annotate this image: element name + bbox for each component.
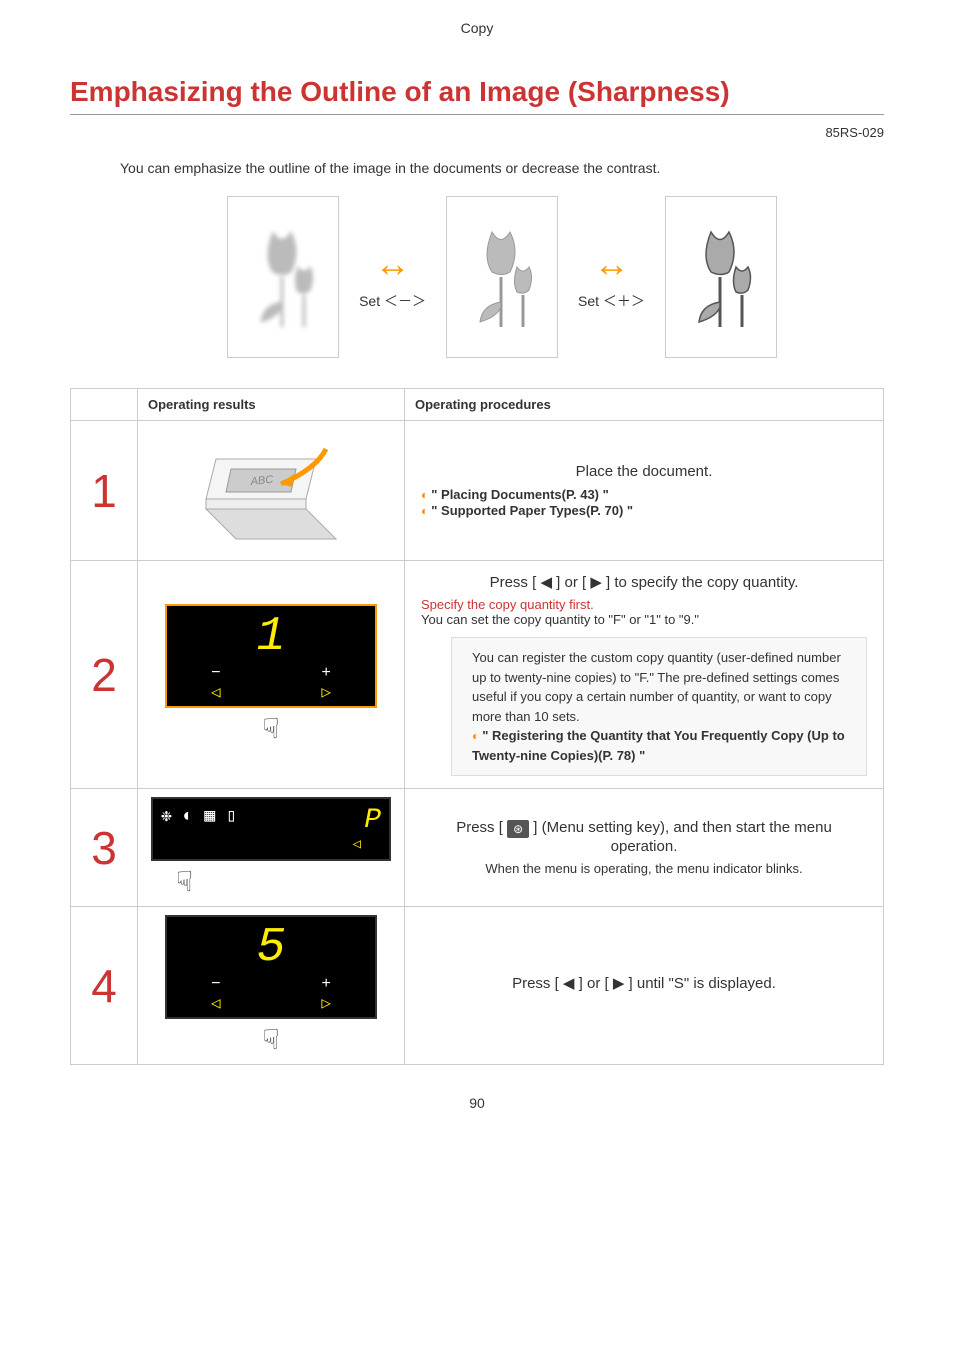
step2-red-note: Specify the copy quantity first. bbox=[421, 597, 867, 612]
step2-note-link[interactable]: " Registering the Quantity that You Freq… bbox=[472, 728, 845, 763]
step2-note-box: You can register the custom copy quantit… bbox=[451, 637, 867, 776]
bullet-icon: ◐ bbox=[421, 504, 428, 518]
step-number: 2 bbox=[71, 561, 138, 789]
table-row: 4 5 −+ ◁▷ ☟ Press [ ◀ ] or [ ▶ ] until "… bbox=[71, 907, 884, 1065]
bullet-icon: ◐ bbox=[472, 729, 479, 743]
step2-sub: You can set the copy quantity to "F" or … bbox=[421, 612, 867, 627]
page-title: Emphasizing the Outline of an Image (Sha… bbox=[70, 76, 884, 115]
menu-key-icon: ⊛ bbox=[507, 820, 529, 838]
arrows-icon: ↔ bbox=[593, 243, 629, 285]
left-triangle-icon: ◀ bbox=[563, 974, 575, 992]
result-illustration: 5 −+ ◁▷ ☟ bbox=[138, 907, 405, 1065]
step4-main: Press [ ◀ ] or [ ▶ ] until "S" is displa… bbox=[421, 974, 867, 992]
table-row: 1 ABC bbox=[71, 421, 884, 561]
step-number: 3 bbox=[71, 789, 138, 907]
bullet-icon: ◐ bbox=[421, 488, 428, 502]
table-row: 3 ❉ ◐ ▦ ▯ P ◁ ☟ Press [ ⊛ ] (Menu settin… bbox=[71, 789, 884, 907]
arrows-icon: ↔ bbox=[375, 243, 411, 285]
step1-main: Place the document. bbox=[421, 463, 867, 480]
table-row: 2 1 −+ ◁▷ ☟ Press [ ◀ ] or [ ▶ ] to spec… bbox=[71, 561, 884, 789]
hand-icon: ☟ bbox=[146, 1023, 396, 1056]
tulip-sharp bbox=[665, 196, 777, 358]
col-header-procedures: Operating procedures bbox=[405, 389, 884, 421]
step3-main: Press [ ⊛ ] (Menu setting key), and then… bbox=[421, 819, 867, 854]
reference-id: 85RS-029 bbox=[70, 125, 884, 140]
result-illustration: ❉ ◐ ▦ ▯ P ◁ ☟ bbox=[138, 789, 405, 907]
header-section-label: Copy bbox=[70, 20, 884, 36]
intro-text: You can emphasize the outline of the ima… bbox=[120, 160, 884, 176]
screen-char: 5 bbox=[171, 921, 371, 975]
screen-char: 1 bbox=[171, 610, 371, 664]
page-number: 90 bbox=[70, 1095, 884, 1111]
svg-text:ABC: ABC bbox=[249, 474, 274, 488]
step2-main: Press [ ◀ ] or [ ▶ ] to specify the copy… bbox=[421, 573, 867, 591]
step3-sub: When the menu is operating, the menu ind… bbox=[421, 861, 867, 876]
tulip-normal bbox=[446, 196, 558, 358]
tulip-blurry bbox=[227, 196, 339, 358]
col-header-results: Operating results bbox=[138, 389, 405, 421]
left-triangle-icon: ◀ bbox=[540, 573, 552, 591]
sharpness-illustration: ↔ Set ＜－＞ ↔ Set ＜＋＞ bbox=[120, 196, 884, 358]
screen-char: P bbox=[364, 805, 381, 836]
steps-table: Operating results Operating procedures 1… bbox=[70, 388, 884, 1065]
set-minus-label: Set ＜－＞ bbox=[359, 291, 426, 311]
result-illustration: 1 −+ ◁▷ ☟ bbox=[138, 561, 405, 789]
set-plus-label: Set ＜＋＞ bbox=[578, 291, 645, 311]
step1-link1[interactable]: " Placing Documents(P. 43) " bbox=[431, 487, 609, 502]
result-illustration: ABC bbox=[138, 421, 405, 561]
right-triangle-icon: ▶ bbox=[613, 974, 625, 992]
screen-icons: ❉ ◐ ▦ ▯ bbox=[161, 807, 237, 827]
note-body: You can register the custom copy quantit… bbox=[472, 650, 841, 724]
step-number: 4 bbox=[71, 907, 138, 1065]
right-triangle-icon: ▶ bbox=[590, 573, 602, 591]
step1-link2[interactable]: " Supported Paper Types(P. 70) " bbox=[431, 503, 633, 518]
hand-icon: ☟ bbox=[176, 865, 396, 898]
step-number: 1 bbox=[71, 421, 138, 561]
hand-icon: ☟ bbox=[146, 712, 396, 745]
